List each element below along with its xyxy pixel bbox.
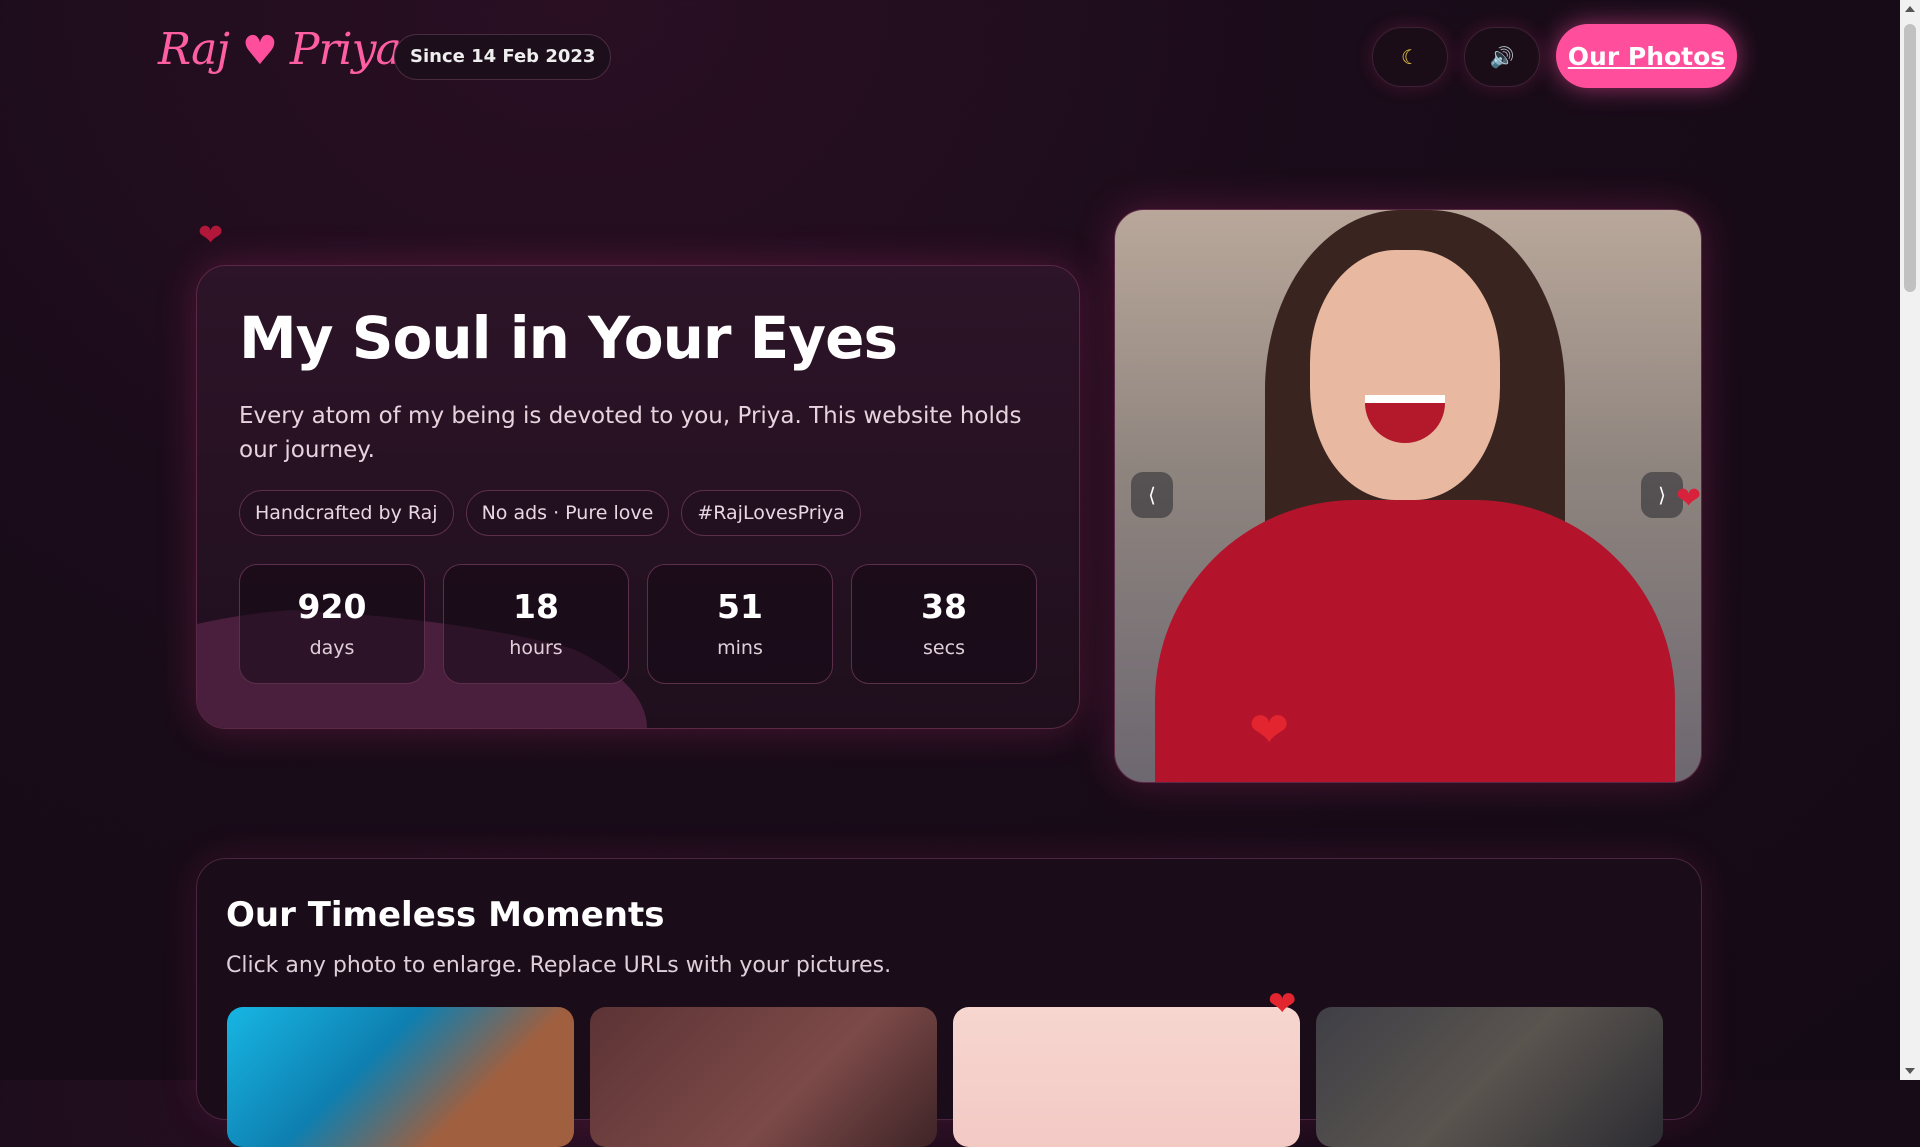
photo-carousel[interactable]: ⟨ ⟩ ❤ [1114, 209, 1702, 783]
photo-thumbnail[interactable] [590, 1007, 937, 1147]
sound-toggle-button[interactable]: 🔊 [1464, 27, 1540, 87]
counter-hours: 18 hours [443, 564, 629, 684]
moments-subtitle: Click any photo to enlarge. Replace URLs… [226, 953, 892, 978]
counter-value: 38 [921, 587, 967, 626]
scrollbar[interactable] [1900, 0, 1920, 1080]
speaker-icon: 🔊 [1489, 45, 1515, 69]
hero-subtitle: Every atom of my being is devoted to you… [239, 403, 1022, 463]
carousel-prev-button[interactable]: ⟨ [1131, 472, 1173, 518]
counter-mins: 51 mins [647, 564, 833, 684]
tag-no-ads: No ads · Pure love [465, 490, 670, 536]
moments-section: Our Timeless Moments Click any photo to … [196, 858, 1702, 1147]
tag-list: Handcrafted by Raj No ads · Pure love #R… [239, 490, 861, 536]
scroll-down-icon[interactable] [1905, 1068, 1915, 1074]
scroll-up-icon[interactable] [1905, 6, 1915, 12]
counter-value: 18 [513, 587, 559, 626]
photo-thumbnail[interactable] [1316, 1007, 1663, 1147]
hero-title: My Soul in Your Eyes [239, 304, 898, 372]
counter-value: 920 [297, 587, 367, 626]
hero-card: My Soul in Your Eyes Every atom of my be… [196, 265, 1080, 729]
photo-thumbnail[interactable] [227, 1007, 574, 1147]
photo-face [1310, 250, 1500, 500]
logo-name-raj: Raj [158, 24, 230, 75]
counter-unit: mins [717, 637, 763, 659]
floating-heart-icon: ❤ [198, 218, 224, 253]
heart-icon: ❤ [1249, 702, 1290, 758]
photo-thumbnail[interactable] [953, 1007, 1300, 1147]
moon-icon: ☾ [1401, 45, 1419, 69]
moments-title: Our Timeless Moments [226, 895, 665, 935]
site-logo[interactable]: Raj ♥ Priya [158, 24, 402, 75]
our-photos-button[interactable]: Our Photos [1556, 24, 1737, 88]
photo-sweater [1155, 500, 1675, 782]
counter-days: 920 days [239, 564, 425, 684]
floating-heart-icon: ❤ [1676, 481, 1702, 516]
counter-value: 51 [717, 587, 763, 626]
floating-heart-icon: ❤ [1268, 984, 1297, 1024]
since-badge: Since 14 Feb 2023 [394, 34, 612, 80]
love-counter: 920 days 18 hours 51 mins 38 secs [239, 564, 1037, 684]
chevron-left-icon: ⟨ [1148, 483, 1156, 507]
tag-hashtag: #RajLovesPriya [681, 490, 861, 536]
tag-handcrafted: Handcrafted by Raj [239, 490, 454, 536]
theme-toggle-button[interactable]: ☾ [1372, 27, 1448, 87]
chevron-right-icon: ⟩ [1658, 483, 1666, 507]
heart-icon: ♥ [242, 28, 278, 74]
logo-name-priya: Priya [289, 24, 402, 75]
photo-grid [227, 1007, 1663, 1147]
counter-unit: hours [509, 637, 563, 659]
counter-secs: 38 secs [851, 564, 1037, 684]
top-header: Raj ♥ Priya Since 14 Feb 2023 ☾ 🔊 Our Ph… [0, 0, 1900, 115]
counter-unit: secs [923, 637, 965, 659]
counter-unit: days [309, 637, 355, 659]
scrollbar-thumb[interactable] [1904, 24, 1916, 292]
